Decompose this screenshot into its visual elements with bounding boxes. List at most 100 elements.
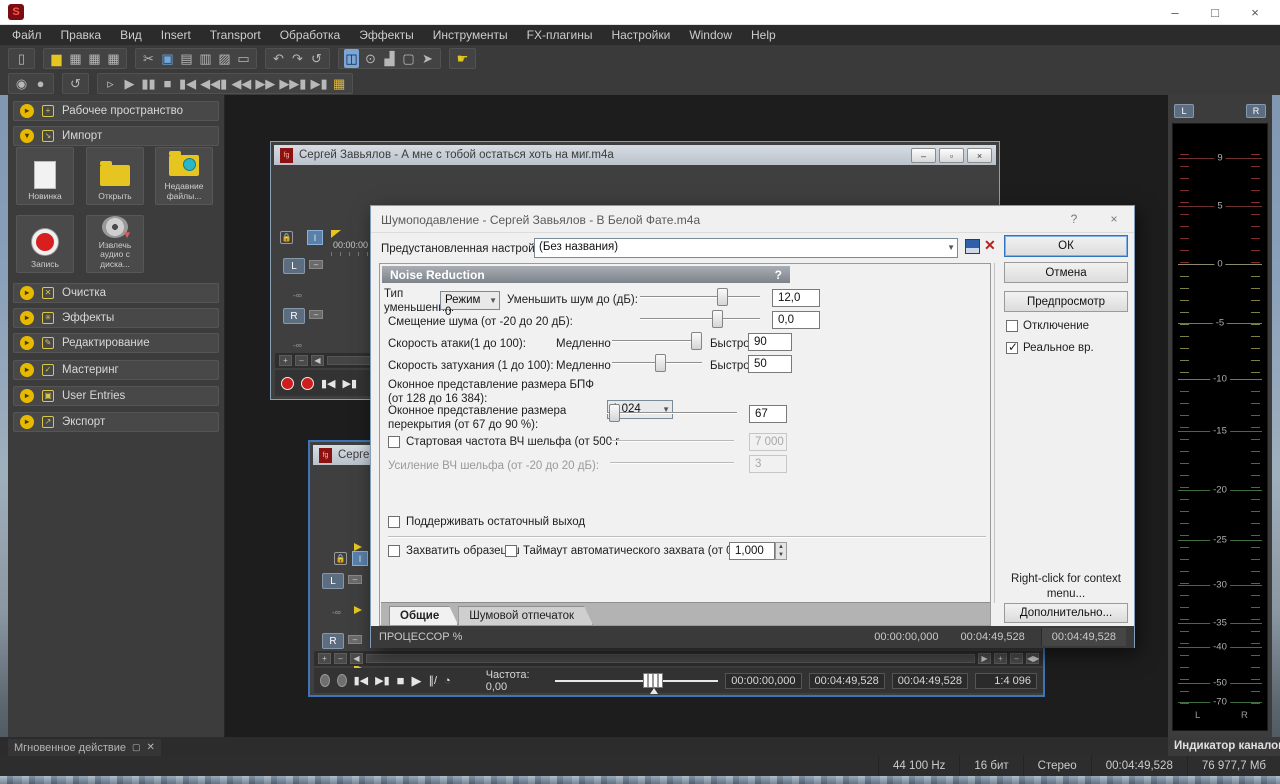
zoom-in-h-button[interactable]: + bbox=[994, 653, 1007, 664]
overview-waveform-selected[interactable] bbox=[275, 168, 497, 201]
right-channel-button[interactable]: R bbox=[283, 308, 305, 324]
record-icon[interactable]: ● bbox=[33, 74, 48, 93]
left-channel-collapse-button[interactable]: – bbox=[348, 575, 362, 584]
record-loop-icon[interactable] bbox=[320, 674, 330, 687]
zoom-in-button[interactable]: + bbox=[318, 653, 331, 664]
sidebar-item-effects[interactable]: ▸✳ Эффекты bbox=[13, 308, 219, 328]
marker-triangle-icon[interactable] bbox=[354, 606, 362, 614]
paste-mix-icon[interactable]: ▨ bbox=[217, 49, 232, 68]
preview-button[interactable]: Предпросмотр bbox=[1004, 291, 1128, 312]
tile-recent-files[interactable]: Недавние файлы... bbox=[155, 147, 213, 205]
overview-waveform[interactable] bbox=[314, 467, 372, 545]
scroll-left-button[interactable]: ◀ bbox=[311, 355, 324, 366]
zoom-in-button[interactable]: + bbox=[279, 355, 292, 366]
attack-slider[interactable] bbox=[612, 332, 702, 351]
app-maximize-button[interactable]: □ bbox=[1195, 0, 1235, 25]
right-channel-button[interactable]: R bbox=[322, 633, 344, 649]
menu-tools[interactable]: Инструменты bbox=[433, 28, 508, 42]
stop-button[interactable]: ■ bbox=[397, 673, 405, 688]
slider-thumb[interactable] bbox=[691, 332, 702, 350]
timeout-spinner[interactable]: ▲▼ bbox=[775, 542, 787, 560]
menu-window[interactable]: Window bbox=[689, 28, 732, 42]
rewind-icon[interactable]: ◀◀ bbox=[231, 74, 251, 93]
menu-view[interactable]: Вид bbox=[120, 28, 142, 42]
marker-triangle-icon[interactable] bbox=[354, 543, 362, 551]
instant-action-tab[interactable]: Мгновенное действие ▢ ✕ bbox=[8, 739, 161, 756]
realtime-row[interactable]: Реальное вр. bbox=[1006, 342, 1094, 354]
attack-value[interactable]: 90 bbox=[748, 333, 792, 351]
timeout-value[interactable]: 1,000 bbox=[729, 542, 775, 560]
overlap-value[interactable]: 67 bbox=[749, 405, 787, 423]
sidebar-item-cleaning[interactable]: ▸✕ Очистка bbox=[13, 283, 219, 303]
edit-cursor-tool-icon[interactable]: I bbox=[352, 551, 368, 566]
capture-checkbox[interactable] bbox=[388, 545, 400, 557]
go-to-end-button[interactable]: ▶▮ bbox=[343, 377, 358, 390]
window2-scrollbar[interactable]: + – ◀ ▶ + – ◀▶ bbox=[314, 651, 1043, 666]
trim-crop-icon[interactable]: ▭ bbox=[236, 49, 251, 68]
preset-combobox[interactable]: (Без названия)▼ bbox=[534, 238, 958, 258]
scroll-track[interactable] bbox=[366, 654, 975, 663]
expand-arrow-icon[interactable]: ▸ bbox=[20, 336, 34, 350]
meter-right-button[interactable]: R bbox=[1246, 104, 1266, 118]
whats-this-help-icon[interactable]: ☛ bbox=[455, 49, 470, 68]
sidebar-item-export[interactable]: ▸↗ Экспорт bbox=[13, 412, 219, 432]
new-file-icon[interactable]: ▯ bbox=[14, 49, 29, 68]
left-channel-button[interactable]: L bbox=[322, 573, 344, 589]
paste-special-icon[interactable]: ▥ bbox=[198, 49, 213, 68]
slider-thumb[interactable] bbox=[717, 288, 728, 306]
zoom-out-button[interactable]: – bbox=[295, 355, 308, 366]
ok-button[interactable]: ОК bbox=[1004, 235, 1128, 257]
type-combobox[interactable]: Режим 0▼ bbox=[440, 291, 500, 310]
sidebar-item-user-entries[interactable]: ▸▣ User Entries bbox=[13, 386, 219, 406]
window1-restore-button[interactable]: ▫ bbox=[939, 148, 964, 163]
slider-thumb[interactable] bbox=[655, 354, 666, 372]
menu-fx-plugins[interactable]: FX-плагины bbox=[527, 28, 593, 42]
keep-residual-checkbox[interactable] bbox=[388, 516, 400, 528]
scroll-right-button[interactable]: ▶ bbox=[978, 653, 991, 664]
app-close-button[interactable]: × bbox=[1235, 0, 1275, 25]
record-remote-icon[interactable]: ◉ bbox=[14, 74, 29, 93]
plugin-chain-icon[interactable]: ▦ bbox=[332, 74, 347, 93]
tile-open[interactable]: Открыть bbox=[86, 147, 144, 205]
cut-icon[interactable]: ✂ bbox=[141, 49, 156, 68]
delete-preset-icon[interactable]: ✕ bbox=[984, 237, 996, 254]
playhead-marker-icon[interactable] bbox=[331, 230, 341, 238]
keep-residual-row[interactable]: Поддерживать остаточный выход bbox=[388, 516, 585, 528]
forward-icon[interactable]: ▶▶ bbox=[255, 74, 275, 93]
loop-playback-icon[interactable]: ↺ bbox=[68, 74, 83, 93]
tab-general[interactable]: Общие bbox=[389, 606, 458, 625]
record-icon[interactable] bbox=[337, 674, 347, 687]
save-preset-icon[interactable] bbox=[965, 239, 980, 254]
left-channel-collapse-button[interactable]: – bbox=[309, 260, 323, 269]
release-slider[interactable] bbox=[612, 354, 702, 373]
menu-insert[interactable]: Insert bbox=[161, 28, 191, 42]
slider-thumb[interactable] bbox=[609, 404, 620, 422]
close-icon[interactable]: ✕ bbox=[147, 742, 155, 753]
release-value[interactable]: 50 bbox=[748, 355, 792, 373]
plugin-help-icon[interactable]: ? bbox=[775, 268, 782, 282]
play-all-icon[interactable]: ▹ bbox=[103, 74, 118, 93]
edit-tool-icon[interactable]: ◫ bbox=[344, 49, 359, 68]
menu-help[interactable]: Help bbox=[751, 28, 776, 42]
expand-arrow-icon[interactable]: ▸ bbox=[20, 363, 34, 377]
cancel-button[interactable]: Отмена bbox=[1004, 262, 1128, 283]
bias-value[interactable]: 0,0 bbox=[772, 311, 820, 329]
shelf-freq-checkbox[interactable] bbox=[388, 436, 400, 448]
go-to-end-icon[interactable]: ▶▮ bbox=[310, 74, 327, 93]
save-all-icon[interactable]: ▦ bbox=[106, 49, 121, 68]
slider-thumb[interactable] bbox=[712, 310, 723, 328]
menu-options[interactable]: Настройки bbox=[611, 28, 670, 42]
right-channel-collapse-button[interactable]: – bbox=[348, 635, 362, 644]
monitor-icon[interactable]: ◔ bbox=[444, 675, 451, 687]
overview-waveform[interactable] bbox=[497, 168, 997, 201]
dialog-help-button[interactable]: ? bbox=[1061, 210, 1087, 228]
menu-process[interactable]: Обработка bbox=[280, 28, 341, 42]
reduce-value[interactable]: 12,0 bbox=[772, 289, 820, 307]
open-file-icon[interactable]: ▆ bbox=[49, 49, 64, 68]
sidebar-item-import[interactable]: ▾↘ Импорт bbox=[13, 126, 219, 146]
menu-effects[interactable]: Эффекты bbox=[359, 28, 414, 42]
edit-cursor-tool-icon[interactable]: I bbox=[307, 230, 323, 245]
window1-minimize-button[interactable]: – bbox=[911, 148, 936, 163]
lock-icon[interactable]: 🔒 bbox=[280, 231, 293, 244]
save-icon[interactable]: ▦ bbox=[68, 49, 83, 68]
